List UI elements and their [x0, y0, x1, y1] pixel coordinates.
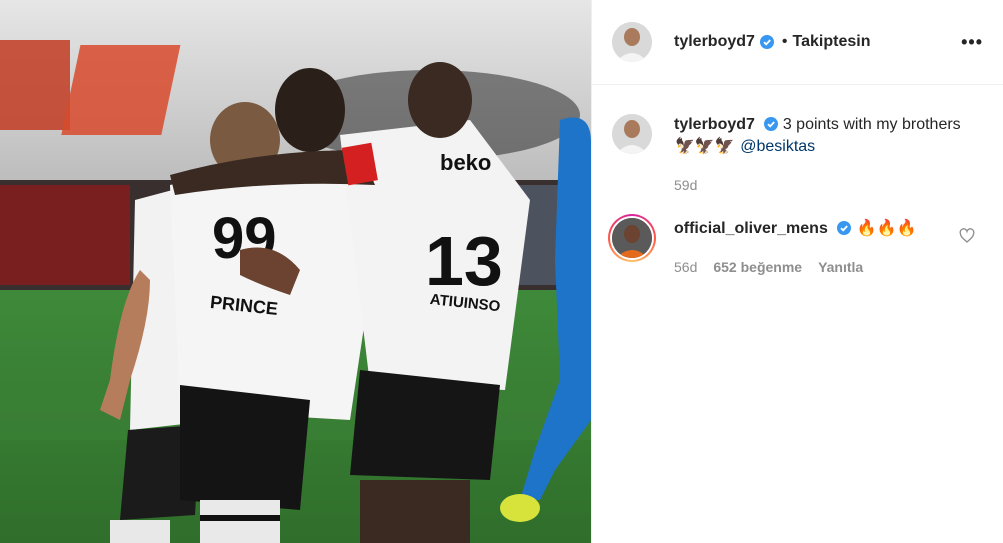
jersey-number-13: 13	[425, 222, 503, 300]
following-status-button[interactable]: Takiptesin	[793, 33, 871, 51]
verified-badge-icon	[764, 117, 779, 131]
comment-meta: 56d 652 beğenme Yanıtla	[674, 256, 918, 278]
caption-time[interactable]: 59d	[674, 174, 964, 196]
comment-username[interactable]: official_oliver_mens	[674, 220, 828, 237]
caption-avatar[interactable]	[612, 114, 652, 154]
post-photo[interactable]: 99 PRINCE 13 ATIUINSO beko	[0, 0, 591, 543]
story-ring-avatar[interactable]	[608, 214, 656, 262]
comment-likes[interactable]: 652 beğenme	[713, 256, 802, 278]
avatar[interactable]	[612, 22, 652, 62]
comment-body: official_oliver_mens 🔥🔥🔥 56d 652 beğenme…	[674, 218, 918, 278]
caption-body: tylerboyd7 3 points with my brothers 🦅🦅🦅…	[674, 114, 964, 196]
caption-username[interactable]: tylerboyd7	[674, 116, 755, 133]
header-separator: •	[781, 33, 788, 50]
like-heart-icon[interactable]	[959, 228, 975, 244]
header-username[interactable]: tylerboyd7	[674, 33, 755, 51]
avatar-ring-inner	[610, 216, 654, 260]
verified-badge-icon	[759, 35, 774, 49]
photo-illustration: 99 PRINCE 13 ATIUINSO beko	[0, 0, 591, 543]
more-options-icon[interactable]: •••	[961, 32, 983, 53]
avatar-image	[612, 218, 652, 258]
avatar-image	[612, 22, 652, 62]
instagram-post-view: 99 PRINCE 13 ATIUINSO beko tylerboyd7 • …	[0, 0, 1003, 543]
post-side-panel: tylerboyd7 • Takiptesin ••• tylerboyd7 3…	[591, 0, 1003, 543]
eagle-emoji-icon: 🦅🦅🦅	[675, 138, 735, 155]
sponsor-logo: beko	[440, 150, 491, 175]
post-header: tylerboyd7 • Takiptesin •••	[592, 0, 1003, 85]
reply-button[interactable]: Yanıtla	[818, 256, 863, 278]
mention-link[interactable]: @besiktas	[740, 138, 815, 155]
commenter-avatar	[612, 218, 652, 258]
caption-text: 3 points with my brothers	[782, 116, 961, 133]
fire-emoji-icon: 🔥🔥🔥	[856, 220, 917, 237]
verified-badge-icon	[837, 221, 852, 235]
avatar-image	[612, 114, 652, 154]
comment-item: official_oliver_mens 🔥🔥🔥 56d 652 beğenme…	[592, 196, 1003, 278]
comment-time[interactable]: 56d	[674, 256, 697, 278]
caption: tylerboyd7 3 points with my brothers 🦅🦅🦅…	[592, 85, 1003, 196]
